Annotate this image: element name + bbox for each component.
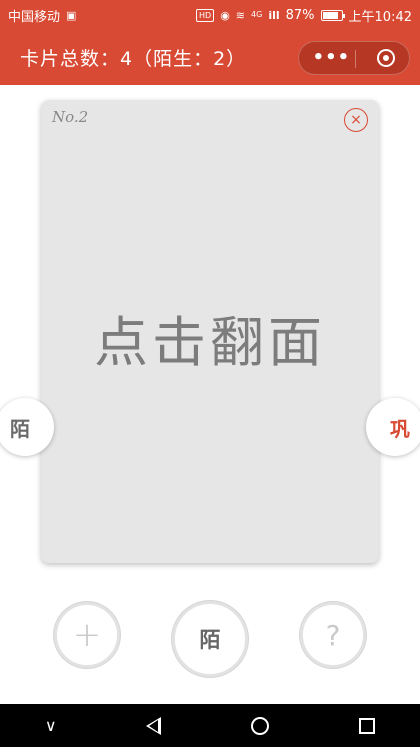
carrier-label: 中国移动 xyxy=(8,9,61,25)
more-menu-button[interactable]: ••• xyxy=(313,48,351,67)
home-icon[interactable] xyxy=(251,716,270,735)
hide-nav-icon[interactable]: ∨ xyxy=(45,716,57,735)
network-type-label: 4G xyxy=(251,10,263,19)
target-icon xyxy=(383,54,390,61)
sim-icon: ▣ xyxy=(66,8,77,22)
hd-badge: HD xyxy=(196,8,215,22)
status-bar: 中国移动 ▣ HD ◉ ≋ 4G ill 87% 上午10:42 xyxy=(0,0,420,30)
status-left: 中国移动 ▣ xyxy=(8,6,76,25)
close-miniprogram-button[interactable] xyxy=(377,48,396,67)
back-icon[interactable] xyxy=(146,716,162,735)
mark-consolidate-side-button[interactable]: 巩 xyxy=(366,398,420,456)
help-button[interactable]: ? xyxy=(300,602,366,668)
main-area: No.2 × 点击翻面 陌 巩 + 陌 ? xyxy=(0,85,420,704)
flashcard[interactable]: No.2 × 点击翻面 xyxy=(41,100,379,563)
strange-cards-button[interactable]: 陌 xyxy=(172,601,248,677)
card-delete-button[interactable]: × xyxy=(344,108,368,132)
battery-percent: 87% xyxy=(285,7,315,23)
android-nav-bar: ∨ xyxy=(0,704,420,747)
battery-fill xyxy=(322,11,339,19)
recent-apps-icon[interactable] xyxy=(359,717,376,734)
add-card-button[interactable]: + xyxy=(54,602,120,668)
miniprogram-capsule: ••• xyxy=(298,40,410,75)
status-right: HD ◉ ≋ 4G ill 87% 上午10:42 xyxy=(196,6,412,25)
wifi-icon: ≋ xyxy=(235,8,246,22)
card-number: No.2 xyxy=(52,108,89,126)
battery-icon xyxy=(320,9,345,21)
nav-bar: 卡片总数：4（陌生：2） ••• xyxy=(0,30,420,85)
flip-card-prompt: 点击翻面 xyxy=(94,311,326,374)
close-icon: × xyxy=(350,112,362,128)
status-time: 上午10:42 xyxy=(348,9,412,25)
page-title: 卡片总数：4（陌生：2） xyxy=(20,48,247,70)
eye-icon: ◉ xyxy=(220,8,230,22)
signal-icon: ill xyxy=(268,8,280,22)
